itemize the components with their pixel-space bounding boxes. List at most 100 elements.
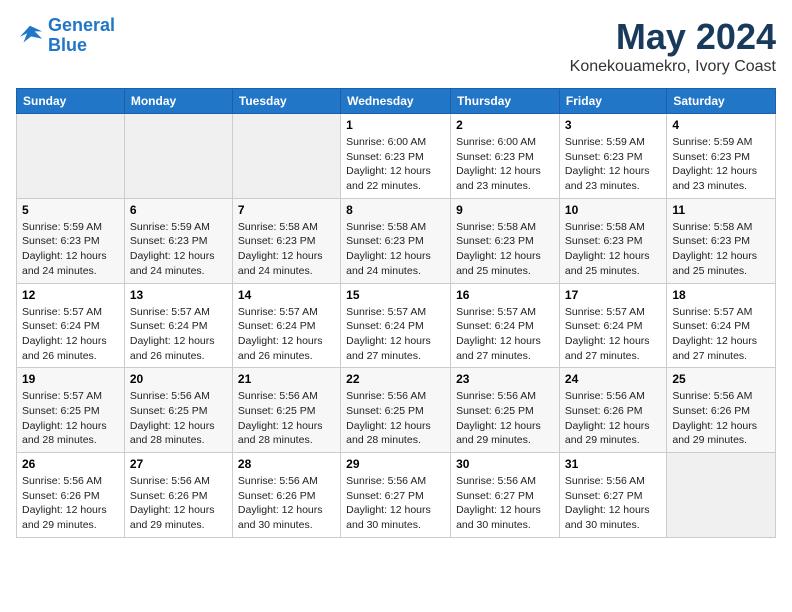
- day-number: 7: [238, 203, 335, 217]
- day-number: 2: [456, 118, 554, 132]
- weekday-header-tuesday: Tuesday: [232, 89, 340, 114]
- day-info: Sunrise: 5:56 AM Sunset: 6:25 PM Dayligh…: [130, 389, 227, 448]
- calendar-cell: 20 Sunrise: 5:56 AM Sunset: 6:25 PM Dayli…: [124, 368, 232, 453]
- day-info: Sunrise: 5:58 AM Sunset: 6:23 PM Dayligh…: [238, 220, 335, 279]
- calendar-cell: 11Sunrise: 5:58 AM Sunset: 6:23 PM Dayli…: [667, 198, 776, 283]
- calendar-cell: 17 Sunrise: 5:57 AM Sunset: 6:24 PM Dayli…: [559, 283, 666, 368]
- day-number: 26: [22, 457, 119, 471]
- day-info: Sunrise: 5:59 AM Sunset: 6:23 PM Dayligh…: [130, 220, 227, 279]
- calendar-cell: 9 Sunrise: 5:58 AM Sunset: 6:23 PM Daylig…: [451, 198, 560, 283]
- day-info: Sunrise: 5:57 AM Sunset: 6:24 PM Dayligh…: [565, 305, 661, 364]
- day-info: Sunrise: 5:56 AM Sunset: 6:25 PM Dayligh…: [456, 389, 554, 448]
- day-info: Sunrise: 5:56 AM Sunset: 6:26 PM Dayligh…: [130, 474, 227, 533]
- calendar-week-3: 19 Sunrise: 5:57 AM Sunset: 6:25 PM Dayli…: [17, 368, 776, 453]
- weekday-header-saturday: Saturday: [667, 89, 776, 114]
- weekday-header-thursday: Thursday: [451, 89, 560, 114]
- calendar-cell: 13Sunrise: 5:57 AM Sunset: 6:24 PM Dayli…: [124, 283, 232, 368]
- day-info: Sunrise: 5:57 AM Sunset: 6:24 PM Dayligh…: [456, 305, 554, 364]
- day-number: 17: [565, 288, 661, 302]
- weekday-header-sunday: Sunday: [17, 89, 125, 114]
- calendar-title: May 2024: [570, 16, 776, 58]
- calendar-cell: 1 Sunrise: 6:00 AM Sunset: 6:23 PM Daylig…: [341, 114, 451, 199]
- weekday-header-monday: Monday: [124, 89, 232, 114]
- calendar-cell: 8 Sunrise: 5:58 AM Sunset: 6:23 PM Daylig…: [341, 198, 451, 283]
- day-number: 6: [130, 203, 227, 217]
- calendar-cell: [667, 453, 776, 538]
- day-info: Sunrise: 5:59 AM Sunset: 6:23 PM Dayligh…: [672, 135, 770, 194]
- day-info: Sunrise: 5:59 AM Sunset: 6:23 PM Dayligh…: [565, 135, 661, 194]
- day-number: 21: [238, 372, 335, 386]
- day-number: 1: [346, 118, 445, 132]
- calendar-week-4: 26 Sunrise: 5:56 AM Sunset: 6:26 PM Dayli…: [17, 453, 776, 538]
- day-number: 23: [456, 372, 554, 386]
- day-info: Sunrise: 5:57 AM Sunset: 6:24 PM Dayligh…: [22, 305, 119, 364]
- day-info: Sunrise: 5:56 AM Sunset: 6:26 PM Dayligh…: [22, 474, 119, 533]
- calendar-cell: 15 Sunrise: 5:57 AM Sunset: 6:24 PM Dayli…: [341, 283, 451, 368]
- calendar-cell: 5 Sunrise: 5:59 AM Sunset: 6:23 PM Daylig…: [17, 198, 125, 283]
- calendar-week-2: 12Sunrise: 5:57 AM Sunset: 6:24 PM Dayli…: [17, 283, 776, 368]
- day-number: 3: [565, 118, 661, 132]
- calendar-cell: [232, 114, 340, 199]
- day-info: Sunrise: 5:58 AM Sunset: 6:23 PM Dayligh…: [672, 220, 770, 279]
- day-info: Sunrise: 5:58 AM Sunset: 6:23 PM Dayligh…: [346, 220, 445, 279]
- day-number: 25: [672, 372, 770, 386]
- day-info: Sunrise: 5:56 AM Sunset: 6:25 PM Dayligh…: [346, 389, 445, 448]
- day-number: 9: [456, 203, 554, 217]
- logo-icon: [16, 22, 44, 50]
- day-number: 22: [346, 372, 445, 386]
- day-number: 14: [238, 288, 335, 302]
- weekday-header-wednesday: Wednesday: [341, 89, 451, 114]
- calendar-cell: 28 Sunrise: 5:56 AM Sunset: 6:26 PM Dayli…: [232, 453, 340, 538]
- calendar-cell: 18Sunrise: 5:57 AM Sunset: 6:24 PM Dayli…: [667, 283, 776, 368]
- day-number: 31: [565, 457, 661, 471]
- day-number: 15: [346, 288, 445, 302]
- day-info: Sunrise: 5:58 AM Sunset: 6:23 PM Dayligh…: [456, 220, 554, 279]
- calendar-cell: 30Sunrise: 5:56 AM Sunset: 6:27 PM Dayli…: [451, 453, 560, 538]
- calendar-cell: 29 Sunrise: 5:56 AM Sunset: 6:27 PM Dayli…: [341, 453, 451, 538]
- calendar-cell: 19 Sunrise: 5:57 AM Sunset: 6:25 PM Dayli…: [17, 368, 125, 453]
- page-header: General Blue May 2024 Konekouamekro, Ivo…: [16, 16, 776, 76]
- calendar-cell: 14 Sunrise: 5:57 AM Sunset: 6:24 PM Dayli…: [232, 283, 340, 368]
- calendar-cell: 10 Sunrise: 5:58 AM Sunset: 6:23 PM Dayli…: [559, 198, 666, 283]
- day-number: 8: [346, 203, 445, 217]
- day-number: 10: [565, 203, 661, 217]
- calendar-cell: 27Sunrise: 5:56 AM Sunset: 6:26 PM Dayli…: [124, 453, 232, 538]
- day-info: Sunrise: 5:57 AM Sunset: 6:24 PM Dayligh…: [346, 305, 445, 364]
- day-info: Sunrise: 5:56 AM Sunset: 6:27 PM Dayligh…: [346, 474, 445, 533]
- day-info: Sunrise: 5:56 AM Sunset: 6:26 PM Dayligh…: [672, 389, 770, 448]
- calendar-cell: 25 Sunrise: 5:56 AM Sunset: 6:26 PM Dayli…: [667, 368, 776, 453]
- calendar-cell: [17, 114, 125, 199]
- day-info: Sunrise: 5:57 AM Sunset: 6:25 PM Dayligh…: [22, 389, 119, 448]
- day-info: Sunrise: 6:00 AM Sunset: 6:23 PM Dayligh…: [346, 135, 445, 194]
- day-info: Sunrise: 5:56 AM Sunset: 6:27 PM Dayligh…: [565, 474, 661, 533]
- day-number: 28: [238, 457, 335, 471]
- day-number: 29: [346, 457, 445, 471]
- day-info: Sunrise: 5:59 AM Sunset: 6:23 PM Dayligh…: [22, 220, 119, 279]
- day-number: 4: [672, 118, 770, 132]
- day-info: Sunrise: 5:57 AM Sunset: 6:24 PM Dayligh…: [130, 305, 227, 364]
- day-number: 18: [672, 288, 770, 302]
- weekday-header-friday: Friday: [559, 89, 666, 114]
- day-number: 5: [22, 203, 119, 217]
- logo: General Blue: [16, 16, 115, 56]
- calendar-cell: 24Sunrise: 5:56 AM Sunset: 6:26 PM Dayli…: [559, 368, 666, 453]
- day-info: Sunrise: 5:57 AM Sunset: 6:24 PM Dayligh…: [238, 305, 335, 364]
- calendar-cell: 6 Sunrise: 5:59 AM Sunset: 6:23 PM Daylig…: [124, 198, 232, 283]
- calendar-cell: 22 Sunrise: 5:56 AM Sunset: 6:25 PM Dayli…: [341, 368, 451, 453]
- calendar-cell: 7 Sunrise: 5:58 AM Sunset: 6:23 PM Daylig…: [232, 198, 340, 283]
- day-info: Sunrise: 5:56 AM Sunset: 6:26 PM Dayligh…: [238, 474, 335, 533]
- calendar-cell: 3 Sunrise: 5:59 AM Sunset: 6:23 PM Daylig…: [559, 114, 666, 199]
- calendar-cell: 4 Sunrise: 5:59 AM Sunset: 6:23 PM Daylig…: [667, 114, 776, 199]
- logo-text: General Blue: [48, 16, 115, 56]
- day-number: 20: [130, 372, 227, 386]
- day-info: Sunrise: 5:56 AM Sunset: 6:26 PM Dayligh…: [565, 389, 661, 448]
- day-info: Sunrise: 5:56 AM Sunset: 6:27 PM Dayligh…: [456, 474, 554, 533]
- calendar-cell: 23 Sunrise: 5:56 AM Sunset: 6:25 PM Dayli…: [451, 368, 560, 453]
- calendar-cell: 21Sunrise: 5:56 AM Sunset: 6:25 PM Dayli…: [232, 368, 340, 453]
- day-number: 16: [456, 288, 554, 302]
- calendar-cell: 2 Sunrise: 6:00 AM Sunset: 6:23 PM Daylig…: [451, 114, 560, 199]
- day-number: 19: [22, 372, 119, 386]
- day-info: Sunrise: 6:00 AM Sunset: 6:23 PM Dayligh…: [456, 135, 554, 194]
- day-info: Sunrise: 5:58 AM Sunset: 6:23 PM Dayligh…: [565, 220, 661, 279]
- calendar-cell: 26 Sunrise: 5:56 AM Sunset: 6:26 PM Dayli…: [17, 453, 125, 538]
